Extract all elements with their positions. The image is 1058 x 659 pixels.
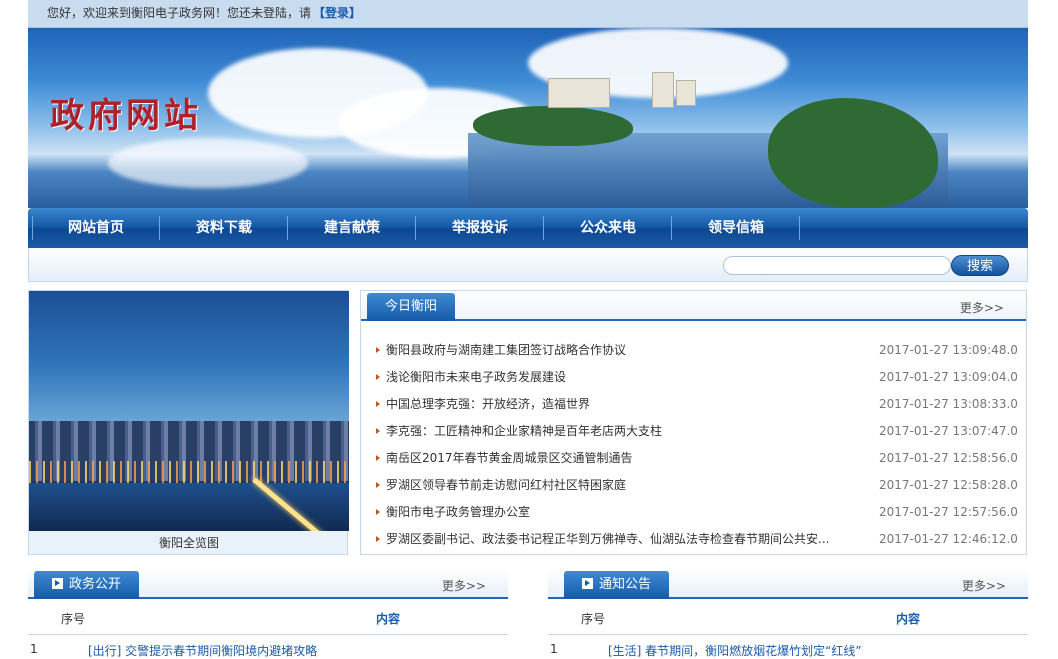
news-date: 2017-01-27 12:57:56.0 xyxy=(879,505,1018,519)
panel-header: 政务公开 更多>> xyxy=(28,569,508,599)
search-input[interactable] xyxy=(723,256,951,275)
trees-image xyxy=(768,98,938,208)
notice-panel: 通知公告 更多>> 序号 内容 1 [生活] 春节期间，衡阳燃放烟花爆竹划定“红… xyxy=(548,569,1028,658)
nav-item-complaints[interactable]: 举报投诉 xyxy=(416,208,544,248)
search-button[interactable]: 搜索 xyxy=(951,255,1009,276)
table-header: 序号 内容 xyxy=(28,599,508,635)
trees-image xyxy=(473,106,633,146)
list-item: 衡阳县政府与湖南建工集团签订战略合作协议 2017-01-27 13:09:48.… xyxy=(361,340,1026,367)
search-bar: 搜索 xyxy=(28,248,1028,282)
building-image xyxy=(676,80,696,106)
news-date: 2017-01-27 12:46:12.0 xyxy=(879,532,1018,546)
row-link[interactable]: [生活] 春节期间，衡阳燃放烟花爆竹划定“红线” xyxy=(608,642,862,659)
nav-item-suggestions[interactable]: 建言献策 xyxy=(288,208,416,248)
list-item: 罗湖区委副书记、政法委书记程正华到万佛禅寺、仙湖弘法寺检查春节期间公共安... 2… xyxy=(361,529,1026,556)
page-wrapper: 您好，欢迎来到衡阳电子政务网！您还未登陆，请 【登录】 政府网站 网站首页 资料下… xyxy=(28,0,1028,658)
list-item: 罗湖区领导春节前走访慰问红村社区特困家庭 2017-01-27 12:58:28.… xyxy=(361,475,1026,502)
column-header-content: 内容 xyxy=(376,612,401,626)
today-news-panel: 今日衡阳 更多>> 衡阳县政府与湖南建工集团签订战略合作协议 2017-01-27… xyxy=(360,290,1027,555)
list-item: 中国总理李克强：开放经济，造福世界 2017-01-27 13:08:33.0 xyxy=(361,394,1026,421)
table-header: 序号 内容 xyxy=(548,599,1028,635)
tab-notices[interactable]: 通知公告 xyxy=(564,571,670,599)
news-date: 2017-01-27 13:09:48.0 xyxy=(879,343,1018,357)
news-date: 2017-01-27 12:58:56.0 xyxy=(879,451,1018,465)
arrow-square-icon xyxy=(52,578,63,589)
row-link[interactable]: [出行] 交警提示春节期间衡阳境内避堵攻略 xyxy=(88,642,317,659)
table-row: 1 [出行] 交警提示春节期间衡阳境内避堵攻略 xyxy=(28,635,508,658)
welcome-text: 您好，欢迎来到衡阳电子政务网！您还未登陆，请 xyxy=(47,6,312,20)
list-item: 李克强：工匠精神和企业家精神是百年老店两大支柱 2017-01-27 13:07:… xyxy=(361,421,1026,448)
list-item: 南岳区2017年春节黄金周城景区交通管制通告 2017-01-27 12:58:5… xyxy=(361,448,1026,475)
list-item: 浅论衡阳市未来电子政务发展建设 2017-01-27 13:09:04.0 xyxy=(361,367,1026,394)
column-header-no: 序号 xyxy=(581,612,606,626)
news-title-link[interactable]: 衡阳市电子政务管理办公室 xyxy=(386,502,530,522)
city-photo-panel: 衡阳全览图 xyxy=(28,290,349,555)
news-title-link[interactable]: 浅论衡阳市未来电子政务发展建设 xyxy=(386,367,566,387)
panel-header: 通知公告 更多>> xyxy=(548,569,1028,599)
site-logo: 政府网站 xyxy=(50,96,202,136)
river-reflection xyxy=(29,483,349,531)
news-title-link[interactable]: 南岳区2017年春节黄金周城景区交通管制通告 xyxy=(386,448,633,468)
news-date: 2017-01-27 12:58:28.0 xyxy=(879,478,1018,492)
news-title-link[interactable]: 衡阳县政府与湖南建工集团签订战略合作协议 xyxy=(386,340,626,360)
news-date: 2017-01-27 13:09:04.0 xyxy=(879,370,1018,384)
news-title-link[interactable]: 中国总理李克强：开放经济，造福世界 xyxy=(386,394,590,414)
row-number: 1 xyxy=(30,642,38,656)
building-image xyxy=(652,72,674,108)
tab-gov-affairs[interactable]: 政务公开 xyxy=(34,571,140,599)
news-list: 衡阳县政府与湖南建工集团签订战略合作协议 2017-01-27 13:09:48.… xyxy=(361,321,1026,556)
news-title-link[interactable]: 罗湖区领导春节前走访慰问红村社区特困家庭 xyxy=(386,475,626,495)
more-link[interactable]: 更多>> xyxy=(442,577,486,594)
row-number: 1 xyxy=(550,642,558,656)
panel-header: 今日衡阳 更多>> xyxy=(361,291,1026,321)
more-link[interactable]: 更多>> xyxy=(960,299,1004,316)
column-header-no: 序号 xyxy=(61,612,86,626)
nav-item-leader-mailbox[interactable]: 领导信箱 xyxy=(672,208,800,248)
tab-today-hengyang[interactable]: 今日衡阳 xyxy=(367,293,456,321)
city-night-photo[interactable] xyxy=(29,291,349,531)
building-image xyxy=(548,78,610,108)
news-date: 2017-01-27 13:08:33.0 xyxy=(879,397,1018,411)
news-date: 2017-01-27 13:07:47.0 xyxy=(879,424,1018,438)
main-nav: 网站首页 资料下载 建言献策 举报投诉 公众来电 领导信箱 xyxy=(28,208,1028,248)
gov-affairs-panel: 政务公开 更多>> 序号 内容 1 [出行] 交警提示春节期间衡阳境内避堵攻略 xyxy=(28,569,508,658)
list-item: 衡阳市电子政务管理办公室 2017-01-27 12:57:56.0 xyxy=(361,502,1026,529)
nav-item-downloads[interactable]: 资料下载 xyxy=(160,208,288,248)
nav-item-public-calls[interactable]: 公众来电 xyxy=(544,208,672,248)
header-banner: 政府网站 xyxy=(28,28,1028,208)
tab-label: 政务公开 xyxy=(69,577,122,592)
nav-item-home[interactable]: 网站首页 xyxy=(32,208,160,248)
top-welcome-bar: 您好，欢迎来到衡阳电子政务网！您还未登陆，请 【登录】 xyxy=(28,0,1028,28)
tab-label: 通知公告 xyxy=(599,577,652,592)
login-link[interactable]: 【登录】 xyxy=(313,6,361,20)
cloud-shape xyxy=(108,138,308,188)
column-header-content: 内容 xyxy=(896,612,921,626)
photo-caption: 衡阳全览图 xyxy=(158,536,219,550)
city-lights xyxy=(29,461,349,485)
table-row: 1 [生活] 春节期间，衡阳燃放烟花爆竹划定“红线” xyxy=(548,635,1028,658)
more-link[interactable]: 更多>> xyxy=(962,577,1006,594)
news-title-link[interactable]: 罗湖区委副书记、政法委书记程正华到万佛禅寺、仙湖弘法寺检查春节期间公共安... xyxy=(386,529,829,549)
news-title-link[interactable]: 李克强：工匠精神和企业家精神是百年老店两大支柱 xyxy=(386,421,662,441)
arrow-square-icon xyxy=(582,578,593,589)
